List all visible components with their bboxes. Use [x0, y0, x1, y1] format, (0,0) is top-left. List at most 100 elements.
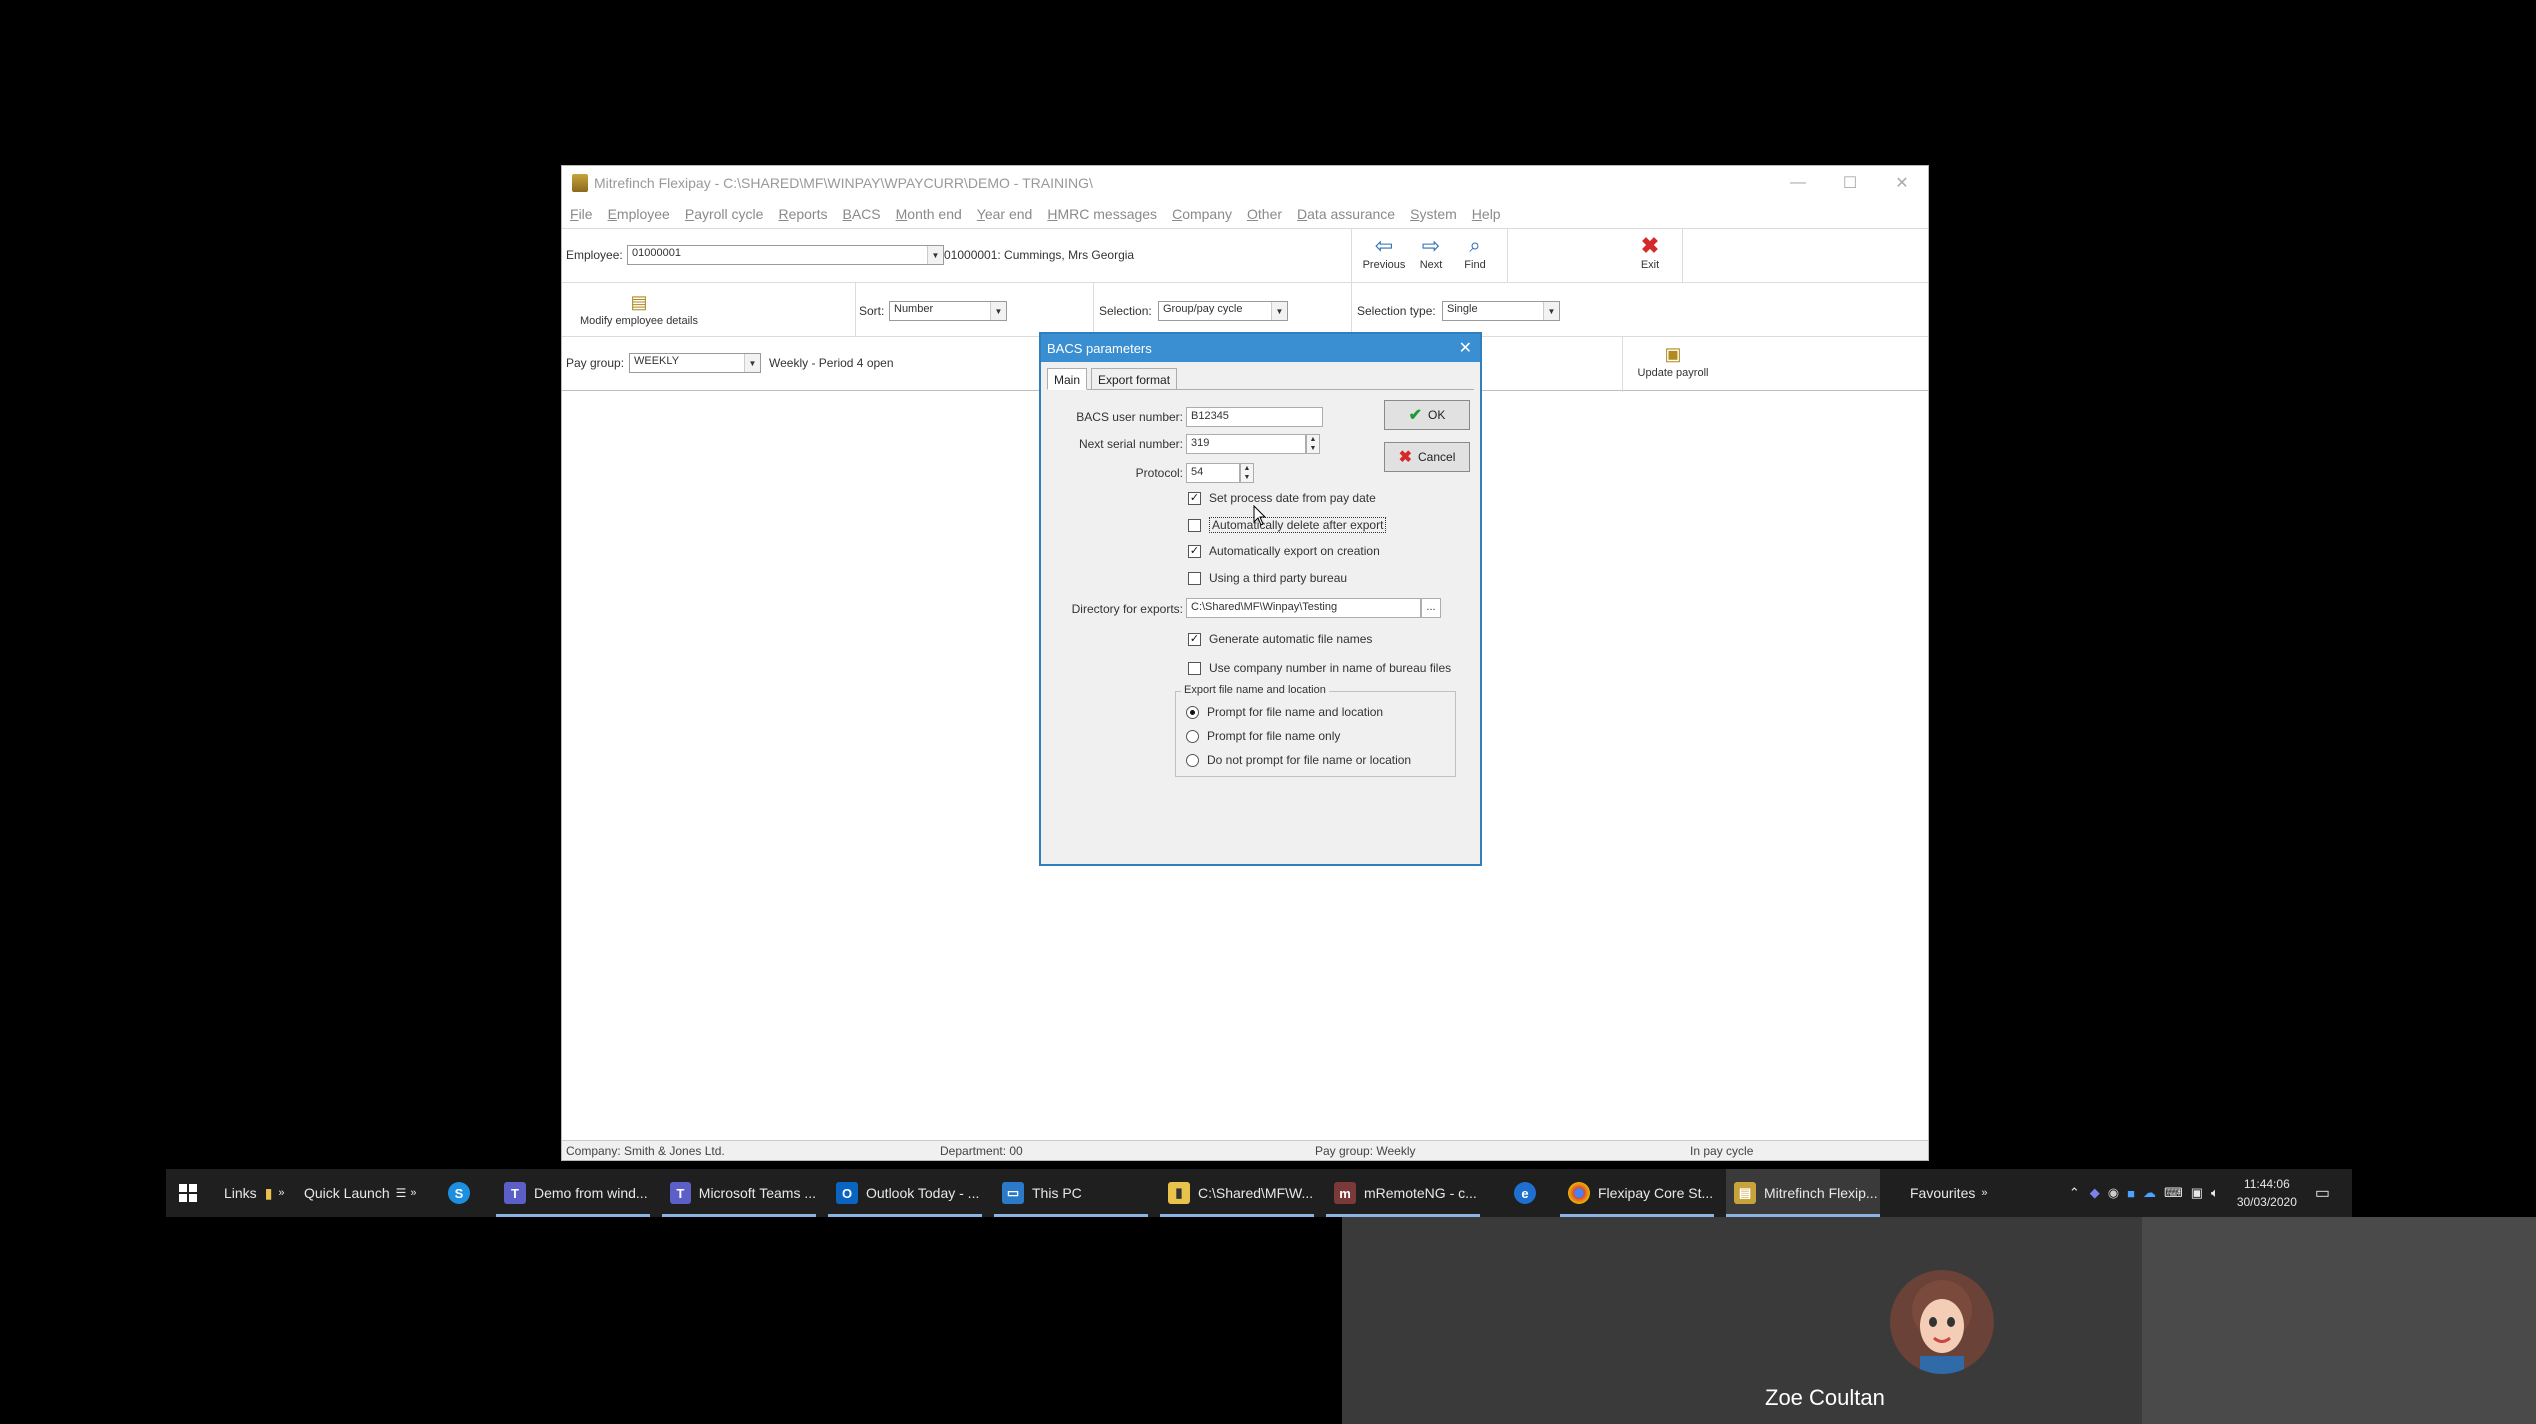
- menu-company[interactable]: Company: [1172, 206, 1232, 222]
- tab-export-format[interactable]: Export format: [1091, 368, 1178, 390]
- cancel-button[interactable]: ✖ Cancel: [1384, 442, 1470, 472]
- no-prompt-radio[interactable]: Do not prompt for file name or location: [1186, 753, 1411, 767]
- outlook-tray-icon[interactable]: ■: [2127, 1186, 2135, 1201]
- chevron-down-icon[interactable]: ▼: [1271, 302, 1287, 320]
- modify-employee-button[interactable]: ▤ Modify employee details: [564, 289, 714, 327]
- menu-data-assurance[interactable]: Data assurance: [1297, 206, 1395, 222]
- teams-tray-icon[interactable]: ◆: [2090, 1185, 2100, 1201]
- pay-group-combo[interactable]: WEEKLY ▼: [629, 353, 761, 373]
- tray-app-icon[interactable]: ◉: [2108, 1185, 2119, 1201]
- skype-logo-icon: S: [448, 1182, 470, 1204]
- directory-field[interactable]: C:\Shared\MF\Winpay\Testing: [1186, 598, 1421, 618]
- skype-icon[interactable]: S: [448, 1169, 470, 1217]
- radio-selected[interactable]: [1186, 705, 1199, 719]
- sort-combo[interactable]: Number ▼: [889, 301, 1007, 321]
- taskbar-item-explorer[interactable]: ▮ C:\Shared\MF\W...: [1160, 1169, 1314, 1217]
- set-process-date-checkbox[interactable]: ✓ Set process date from pay date: [1188, 491, 1376, 505]
- protocol-label: Protocol:: [1135, 466, 1183, 480]
- taskbar-item-mitrefinch[interactable]: ▤ Mitrefinch Flexip...: [1726, 1169, 1880, 1217]
- exit-button[interactable]: ✖ Exit: [1632, 233, 1668, 271]
- menu-help[interactable]: Help: [1472, 206, 1501, 222]
- browse-button[interactable]: ...: [1421, 598, 1441, 618]
- cancel-x-icon: ✖: [1398, 449, 1413, 466]
- auto-delete-checkbox[interactable]: Automatically delete after export: [1188, 517, 1387, 533]
- magnifier-icon: ⌕: [1469, 235, 1481, 257]
- menu-year-end[interactable]: Year end: [977, 206, 1033, 222]
- close-icon[interactable]: ✕: [1876, 166, 1928, 200]
- taskbar-item-flexipay-core[interactable]: Flexipay Core St...: [1560, 1169, 1714, 1217]
- previous-button[interactable]: ⇦ Previous: [1359, 233, 1409, 271]
- start-button[interactable]: [178, 1169, 198, 1217]
- taskbar-item-demo[interactable]: T Demo from wind...: [496, 1169, 650, 1217]
- chevron-up-icon[interactable]: ⌃: [2069, 1185, 2080, 1201]
- status-pay-group: Pay group: Weekly: [1315, 1144, 1416, 1158]
- checkbox-checked[interactable]: ✓: [1188, 632, 1201, 646]
- taskbar-item-mremoteng[interactable]: m mRemoteNG - c...: [1326, 1169, 1480, 1217]
- participant-name: Zoe Coultan: [1765, 1385, 1885, 1410]
- auto-export-checkbox[interactable]: ✓ Automatically export on creation: [1188, 544, 1380, 558]
- menu-hmrc-messages[interactable]: HMRC messages: [1047, 206, 1157, 222]
- volume-icon[interactable]: 🔈︎: [2211, 1185, 2219, 1201]
- clock[interactable]: 11:44:06 30/03/2020: [2237, 1175, 2297, 1211]
- update-payroll-icon: ▣: [1664, 344, 1682, 364]
- chevron-down-icon[interactable]: ▼: [990, 302, 1006, 320]
- next-button[interactable]: ⇨ Next: [1411, 233, 1451, 271]
- checkbox-unchecked[interactable]: [1188, 571, 1201, 585]
- menu-system[interactable]: System: [1410, 206, 1457, 222]
- chevron-down-icon[interactable]: ▼: [744, 354, 760, 372]
- ok-button[interactable]: ✔ OK: [1384, 400, 1470, 430]
- divider: [855, 283, 856, 337]
- chevron-down-icon[interactable]: ▼: [927, 246, 943, 264]
- menu-month-end[interactable]: Month end: [896, 206, 962, 222]
- update-payroll-button[interactable]: ▣ Update payroll: [1628, 341, 1718, 379]
- minimize-icon[interactable]: —: [1772, 166, 1824, 200]
- onedrive-icon[interactable]: ☁: [2143, 1185, 2156, 1201]
- menu-file[interactable]: File: [570, 206, 593, 222]
- checkbox-unchecked[interactable]: [1188, 661, 1201, 675]
- quick-launch-toolbar[interactable]: Quick Launch ☰ »: [304, 1169, 417, 1217]
- next-serial-number-field[interactable]: 319: [1186, 434, 1306, 454]
- menu-bacs[interactable]: BACS: [842, 206, 880, 222]
- checkbox-unchecked[interactable]: [1188, 518, 1201, 532]
- favourites-toolbar[interactable]: Favourites »: [1910, 1169, 1987, 1217]
- chevron-down-icon[interactable]: ▼: [1543, 302, 1559, 320]
- selection-combo[interactable]: Group/pay cycle ▼: [1158, 301, 1288, 321]
- taskbar-item-this-pc[interactable]: ▭ This PC: [994, 1169, 1148, 1217]
- taskbar-item-teams[interactable]: T Microsoft Teams ...: [662, 1169, 816, 1217]
- dialog-title-bar: BACS parameters ✕: [1041, 334, 1480, 362]
- menu-payroll-cycle[interactable]: Payroll cycle: [685, 206, 764, 222]
- auto-file-names-checkbox[interactable]: ✓ Generate automatic file names: [1188, 632, 1372, 646]
- protocol-field[interactable]: 54: [1186, 463, 1240, 483]
- links-toolbar[interactable]: Links ▮ »: [224, 1169, 285, 1217]
- prompt-name-only-radio[interactable]: Prompt for file name only: [1186, 729, 1340, 743]
- internet-explorer-icon[interactable]: e: [1514, 1169, 1536, 1217]
- close-icon[interactable]: ✕: [1459, 338, 1472, 358]
- find-button[interactable]: ⌕ Find: [1455, 233, 1495, 271]
- participant-avatar-icon: [1890, 1270, 1994, 1374]
- notification-icon[interactable]: ▭: [2315, 1183, 2330, 1203]
- protocol-spinner-icon[interactable]: ▲ ▼: [1240, 463, 1254, 483]
- prompt-name-location-radio[interactable]: Prompt for file name and location: [1186, 705, 1383, 719]
- company-number-checkbox[interactable]: Use company number in name of bureau fil…: [1188, 661, 1451, 675]
- menu-reports[interactable]: Reports: [778, 206, 827, 222]
- divider: [1093, 283, 1094, 337]
- serial-spinner-icon[interactable]: ▲ ▼: [1306, 434, 1320, 454]
- divider: [1351, 229, 1352, 283]
- radio-unselected[interactable]: [1186, 729, 1199, 743]
- menu-employee[interactable]: Employee: [608, 206, 670, 222]
- menu-other[interactable]: Other: [1247, 206, 1282, 222]
- network-icon[interactable]: ▣: [2191, 1185, 2203, 1201]
- taskbar-item-outlook[interactable]: O Outlook Today - ...: [828, 1169, 982, 1217]
- checkbox-checked[interactable]: ✓: [1188, 544, 1201, 558]
- bacs-user-number-field[interactable]: B12345: [1186, 407, 1323, 427]
- checkbox-checked[interactable]: ✓: [1188, 491, 1201, 505]
- list-icon: ☰: [395, 1186, 407, 1200]
- keyboard-icon[interactable]: ⌨: [2164, 1185, 2183, 1201]
- third-party-bureau-checkbox[interactable]: Using a third party bureau: [1188, 571, 1347, 585]
- chevron-right-icon: »: [1981, 1187, 1988, 1199]
- tab-main[interactable]: Main: [1047, 368, 1088, 390]
- employee-combo[interactable]: 01000001 ▼: [627, 245, 944, 265]
- maximize-icon[interactable]: ☐: [1824, 166, 1876, 200]
- radio-unselected[interactable]: [1186, 753, 1199, 767]
- selection-type-combo[interactable]: Single ▼: [1442, 301, 1560, 321]
